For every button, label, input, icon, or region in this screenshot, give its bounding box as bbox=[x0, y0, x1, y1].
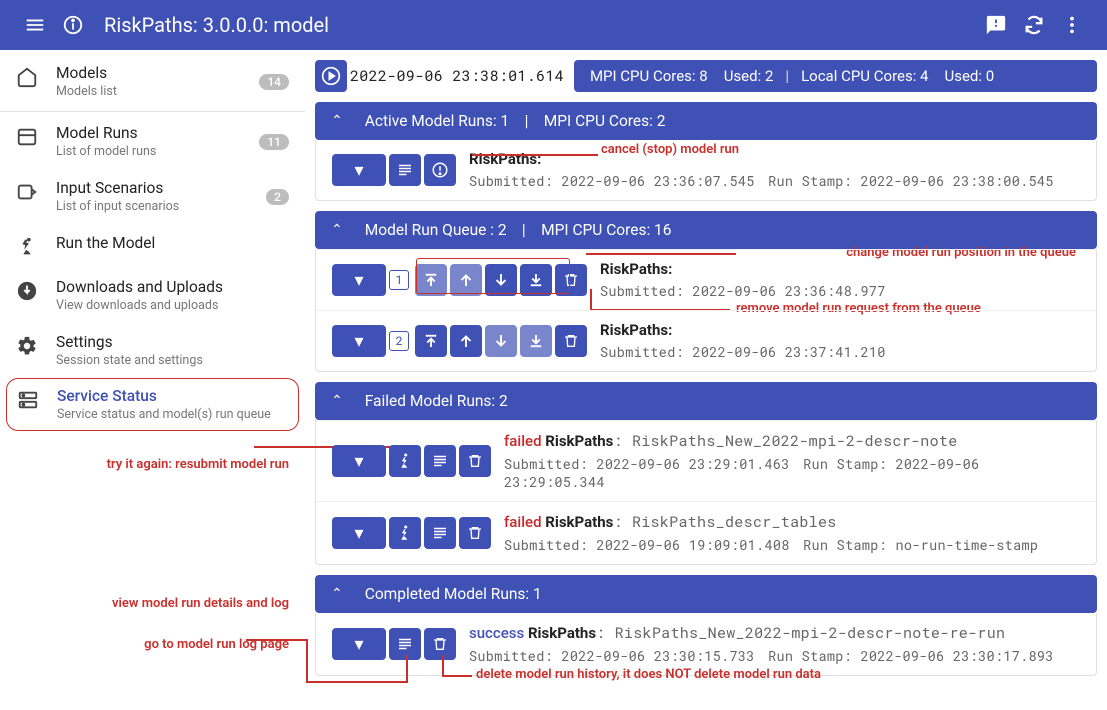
expand-button[interactable] bbox=[332, 628, 386, 660]
log-button[interactable] bbox=[424, 517, 456, 549]
sidebar-item-downloads[interactable]: Downloads and UploadsView downloads and … bbox=[0, 268, 305, 323]
move-up-button[interactable] bbox=[450, 325, 482, 357]
move-down-button[interactable] bbox=[485, 325, 517, 357]
log-button[interactable] bbox=[389, 154, 421, 186]
timestamp: 2022-09-06 23:38:01.614 bbox=[350, 66, 564, 86]
chevron-up-icon: ⌃ bbox=[331, 222, 343, 238]
badge: 14 bbox=[259, 74, 289, 90]
chevron-up-icon: ⌃ bbox=[331, 113, 343, 129]
move-bottom-button[interactable] bbox=[520, 325, 552, 357]
delete-button[interactable] bbox=[459, 517, 491, 549]
move-top-button[interactable] bbox=[415, 325, 447, 357]
app-title: RiskPaths: 3.0.0.0: model bbox=[104, 13, 977, 37]
section-queue-head[interactable]: ⌃ Model Run Queue : 2 | MPI CPU Cores: 1… bbox=[315, 211, 1097, 249]
menu-icon[interactable] bbox=[16, 6, 54, 44]
badge: 2 bbox=[266, 189, 289, 205]
expand-button[interactable] bbox=[332, 325, 386, 357]
sidebar-item-scenarios[interactable]: Input ScenariosList of input scenarios 2 bbox=[0, 169, 305, 224]
annotation: delete model run history, it does NOT de… bbox=[476, 667, 821, 682]
info-icon[interactable] bbox=[54, 6, 92, 44]
sidebar-item-runmodel[interactable]: Run the Model bbox=[0, 224, 305, 268]
stop-button[interactable] bbox=[424, 154, 456, 186]
gear-icon bbox=[16, 333, 56, 357]
delete-button[interactable] bbox=[555, 325, 587, 357]
sidebar-item-models[interactable]: ModelsModels list 14 bbox=[0, 54, 305, 109]
pos-box: 1 bbox=[389, 270, 409, 290]
status-bar: MPI CPU Cores: 8 Used: 2 | Local CPU Cor… bbox=[574, 60, 1097, 92]
section-active-head[interactable]: ⌃ Active Model Runs: 1 | MPI CPU Cores: … bbox=[315, 102, 1097, 140]
runs-icon bbox=[16, 124, 56, 148]
sidebar-item-settings[interactable]: SettingsSession state and settings bbox=[0, 323, 305, 378]
chevron-up-icon: ⌃ bbox=[331, 393, 343, 409]
expand-button[interactable] bbox=[332, 264, 386, 296]
server-icon bbox=[17, 387, 57, 411]
sidebar-item-modelruns[interactable]: Model RunsList of model runs 11 bbox=[0, 114, 305, 169]
annotation: view model run details and log bbox=[112, 596, 289, 611]
sidebar: ModelsModels list 14 Model RunsList of m… bbox=[0, 50, 305, 696]
feedback-icon[interactable] bbox=[977, 6, 1015, 44]
badge: 11 bbox=[259, 134, 289, 150]
appbar: RiskPaths: 3.0.0.0: model bbox=[0, 0, 1107, 50]
log-button[interactable] bbox=[389, 628, 421, 660]
home-icon bbox=[16, 64, 56, 88]
expand-button[interactable] bbox=[332, 154, 386, 186]
expand-button[interactable] bbox=[332, 445, 386, 477]
run-icon bbox=[16, 234, 56, 258]
more-icon[interactable] bbox=[1053, 6, 1091, 44]
expand-button[interactable] bbox=[332, 517, 386, 549]
main: 2022-09-06 23:38:01.614 MPI CPU Cores: 8… bbox=[305, 50, 1107, 696]
annotation: try it again: resubmit model run bbox=[107, 457, 289, 472]
chevron-up-icon: ⌃ bbox=[331, 586, 343, 602]
scenarios-icon bbox=[16, 179, 56, 203]
refresh-icon[interactable] bbox=[1015, 6, 1053, 44]
rerun-button[interactable] bbox=[389, 445, 421, 477]
sidebar-item-servicestatus[interactable]: Service StatusService status and model(s… bbox=[6, 378, 299, 431]
log-button[interactable] bbox=[424, 445, 456, 477]
section-failed-head[interactable]: ⌃ Failed Model Runs: 2 bbox=[315, 382, 1097, 420]
rerun-button[interactable] bbox=[389, 517, 421, 549]
section-completed-head[interactable]: ⌃ Completed Model Runs: 1 bbox=[315, 575, 1097, 613]
play-button[interactable] bbox=[315, 60, 347, 92]
annotation: cancel (stop) model run bbox=[601, 142, 739, 157]
download-icon bbox=[16, 278, 56, 302]
pos-box: 2 bbox=[389, 331, 409, 351]
delete-button[interactable] bbox=[459, 445, 491, 477]
delete-button[interactable] bbox=[424, 628, 456, 660]
